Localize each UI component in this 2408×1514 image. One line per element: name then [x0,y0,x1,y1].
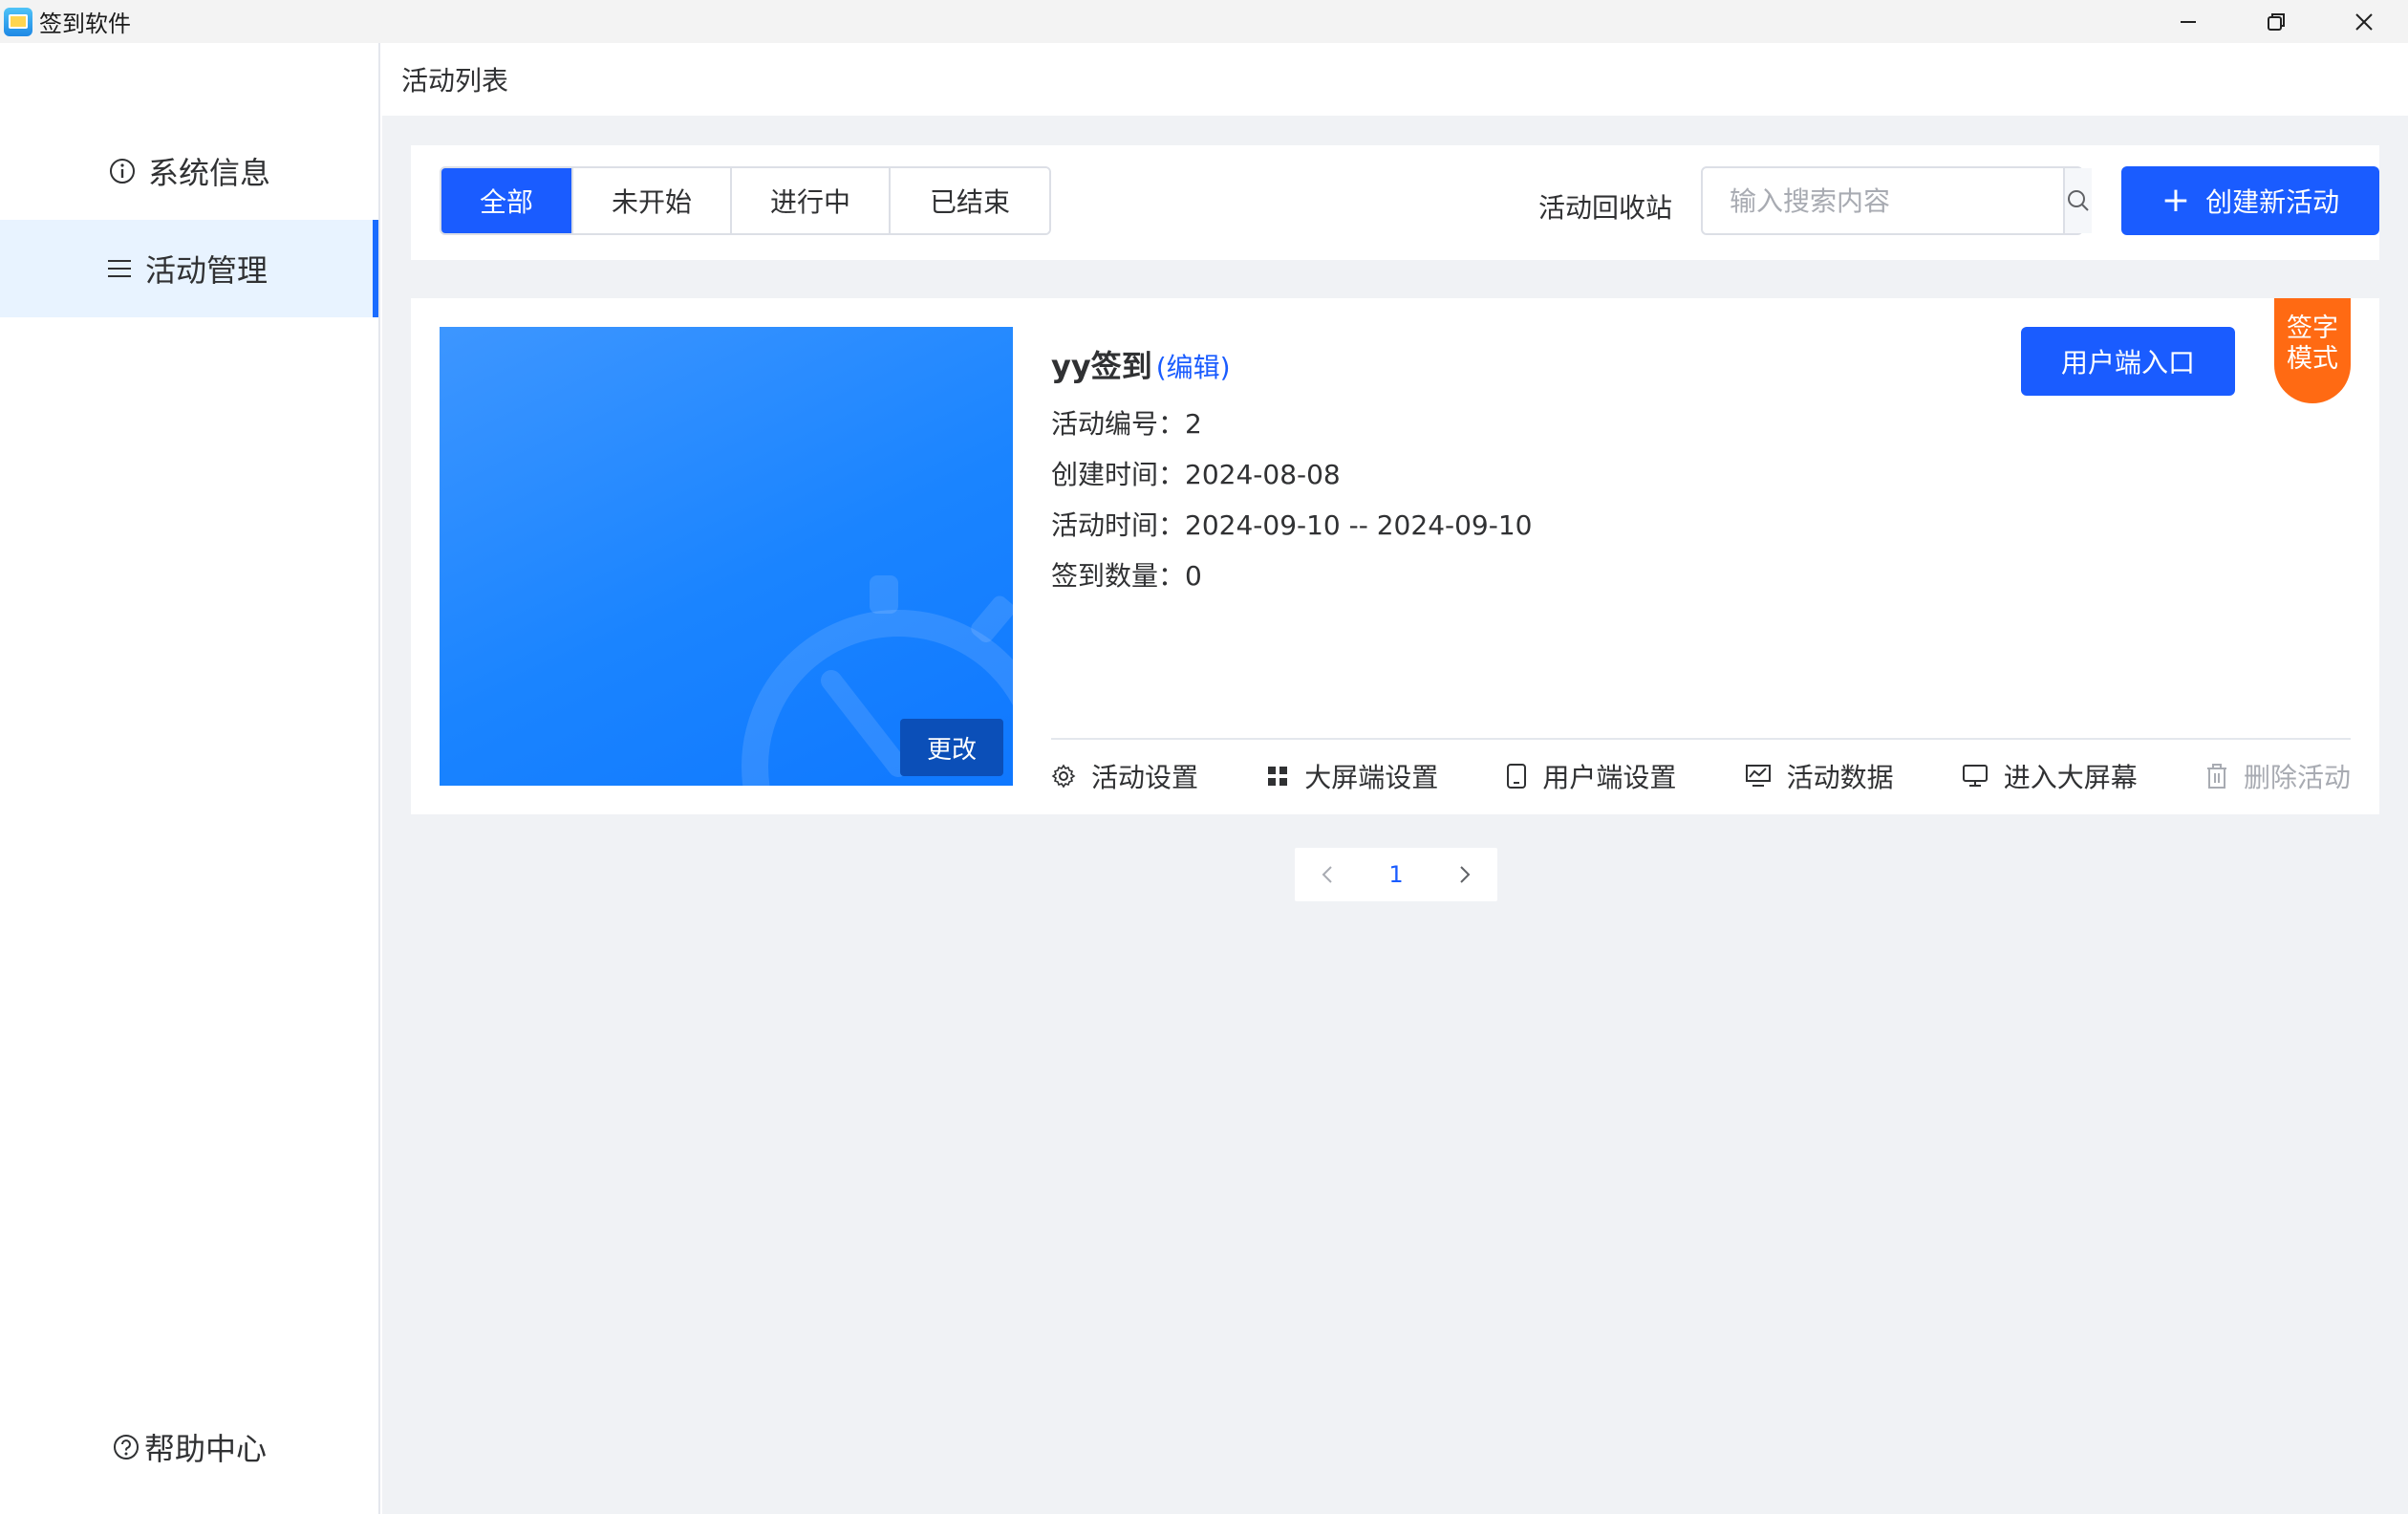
window-title: 签到软件 [39,11,131,37]
badge-line: 模式 [2287,344,2338,374]
info-label: 签到数量： [1051,560,1186,592]
chevron-right-icon [1460,866,1471,883]
pagination: 1 [1295,848,1497,901]
card-divider [1051,738,2351,740]
close-icon [2355,12,2373,31]
create-activity-label: 创建新活动 [2205,186,2340,218]
tab-all[interactable]: 全部 [441,168,573,233]
monitor-icon [1962,764,1989,789]
search-icon [2068,190,2089,211]
phone-icon [1506,763,1527,789]
sidebar-item-label: 活动管理 [144,252,268,289]
create-activity-button[interactable]: + 创建新活动 [2121,166,2379,235]
activity-settings-button[interactable]: 活动设置 [1051,757,1198,795]
badge-line: 签字 [2287,314,2338,343]
search-button[interactable] [2063,168,2092,233]
info-sign-count: 签到数量：0 [1051,555,1202,594]
plus-icon: + [2161,181,2191,220]
restore-button[interactable] [2232,0,2320,43]
action-label: 活动设置 [1091,762,1199,793]
info-value: 0 [1185,560,1202,592]
activity-data-button[interactable]: 活动数据 [1745,757,1894,795]
next-page-button[interactable] [1446,863,1484,886]
breadcrumb: 活动列表 [382,43,2408,116]
info-label: 活动时间： [1051,509,1186,541]
question-icon [112,1433,140,1461]
activity-cover-image: 更改 [440,327,1013,786]
info-activity-time: 活动时间：2024-09-10 -- 2024-09-10 [1051,505,1532,543]
help-center-label: 帮助中心 [143,1431,267,1467]
info-value: 2024-08-08 [1185,459,1341,490]
activity-title: yy签到 (编辑) [1051,342,1231,386]
info-label: 活动编号： [1051,408,1186,440]
status-tabs: 全部 未开始 进行中 已结束 [440,166,1051,235]
tab-in-progress[interactable]: 进行中 [732,168,891,233]
action-label: 用户端设置 [1542,762,1677,793]
activity-actions: 活动设置 大屏端设置 用户端设置 活动数据 进入大屏幕 删除活动 [1051,747,2351,805]
minimize-button[interactable] [2144,0,2232,43]
action-label: 活动数据 [1786,762,1894,793]
title-bar: 签到软件 [0,0,2408,43]
user-entry-button[interactable]: 用户端入口 [2021,327,2235,396]
info-value: 2024-09-10 -- 2024-09-10 [1185,509,1533,541]
action-label: 进入大屏幕 [2003,762,2138,793]
minimize-icon [2181,20,2196,23]
search-input[interactable] [1703,168,2063,233]
restore-icon [2268,12,2285,31]
page-number[interactable]: 1 [1388,861,1403,888]
search-box [1701,166,2092,235]
info-icon [108,157,137,185]
tab-ended[interactable]: 已结束 [891,168,1049,233]
recycle-bin-link[interactable]: 活动回收站 [1538,187,1672,226]
activity-name: yy签到 [1051,348,1152,384]
filter-toolbar: 全部 未开始 进行中 已结束 活动回收站 + 创建新活动 [411,145,2379,260]
info-activity-id: 活动编号：2 [1051,403,1202,442]
grid-icon [1266,765,1289,788]
action-label: 大屏端设置 [1304,762,1439,793]
chart-icon [1745,764,1772,789]
help-center-link[interactable]: 帮助中心 [0,1398,378,1496]
sidebar: 系统信息 活动管理 帮助中心 [0,43,380,1514]
tab-not-started[interactable]: 未开始 [573,168,732,233]
sidebar-item-label: 系统信息 [147,155,270,191]
big-screen-settings-button[interactable]: 大屏端设置 [1266,757,1438,795]
delete-activity-button[interactable]: 删除活动 [2205,757,2351,795]
change-cover-button[interactable]: 更改 [900,719,1003,776]
signature-mode-badge: 签字 模式 [2274,298,2351,403]
page-title: 活动列表 [401,65,509,97]
window-controls [2144,0,2408,43]
app-logo-icon [4,7,32,36]
activity-card: 更改 yy签到 (编辑) 活动编号：2 创建时间：2024-08-08 活动时间：… [411,298,2379,814]
prev-page-button[interactable] [1308,863,1346,886]
edit-activity-link[interactable]: (编辑) [1156,352,1231,383]
sidebar-item-system-info[interactable]: 系统信息 [0,122,378,220]
info-label: 创建时间： [1051,459,1186,490]
main-content: 活动列表 全部 未开始 进行中 已结束 活动回收站 + 创建新活动 [382,43,2408,1514]
action-label: 删除活动 [2243,762,2351,793]
user-client-settings-button[interactable]: 用户端设置 [1506,757,1676,795]
gear-icon [1051,764,1076,789]
close-button[interactable] [2320,0,2408,43]
enter-big-screen-button[interactable]: 进入大屏幕 [1962,757,2138,795]
list-icon [105,254,134,283]
chevron-left-icon [1322,866,1332,883]
info-created-time: 创建时间：2024-08-08 [1051,454,1341,492]
sidebar-item-activity-management[interactable]: 活动管理 [0,220,378,317]
trash-icon [2205,763,2228,789]
info-value: 2 [1185,408,1202,440]
